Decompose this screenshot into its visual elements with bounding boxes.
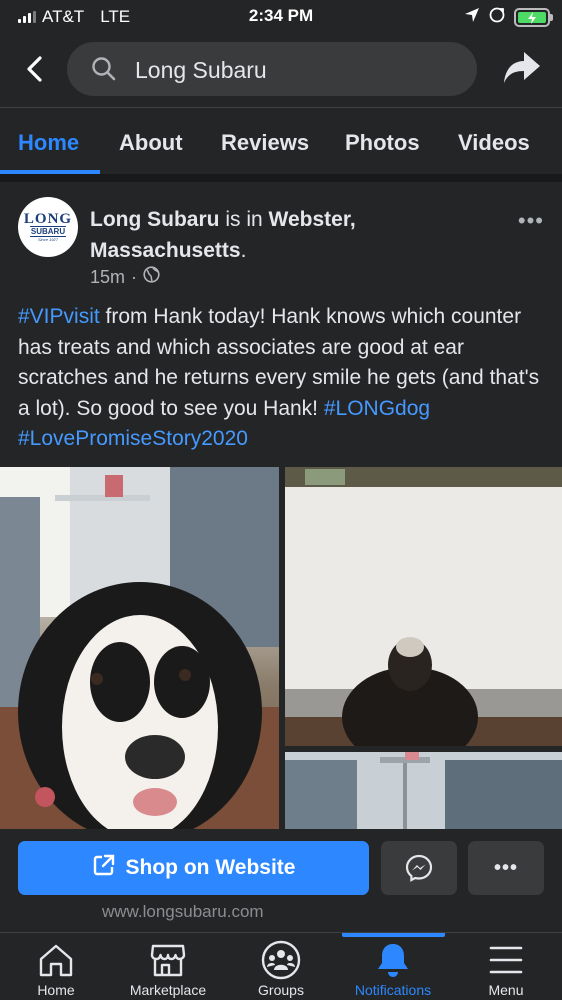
hashtag-longdog[interactable]: #LONGdog — [324, 397, 430, 420]
nav-label-marketplace: Marketplace — [129, 982, 207, 998]
shop-button-label: Shop on Website — [125, 856, 296, 879]
post-meta: 15m · — [90, 266, 160, 288]
share-button[interactable] — [502, 50, 542, 86]
hamburger-menu-icon — [488, 941, 524, 979]
post-photo-dog-from-behind[interactable] — [285, 467, 562, 746]
globe-icon — [143, 266, 160, 288]
nav-groups[interactable]: Groups — [225, 933, 337, 1000]
tab-reviews[interactable]: Reviews — [221, 130, 309, 156]
tab-home[interactable]: Home — [18, 130, 79, 156]
post-location-suffix: . — [240, 239, 247, 262]
post-body: #VIPvisit from Hank today! Hank knows wh… — [18, 302, 548, 455]
nav-label-menu: Menu — [488, 982, 524, 998]
post-author-link[interactable]: Long Subaru — [90, 208, 220, 231]
nav-marketplace[interactable]: Marketplace — [112, 933, 224, 1000]
page-tabs: Home About Reviews Photos Videos — [0, 108, 562, 174]
section-separator — [0, 174, 562, 182]
tab-photos[interactable]: Photos — [345, 130, 420, 156]
rotation-lock-icon — [488, 6, 506, 29]
search-query: Long Subaru — [135, 57, 267, 83]
home-icon — [37, 941, 75, 979]
messenger-button[interactable] — [381, 841, 457, 895]
nav-menu[interactable]: Menu — [450, 933, 562, 1000]
location-arrow-icon — [464, 7, 480, 28]
shop-on-website-button[interactable]: Shop on Website — [18, 841, 369, 895]
nav-label-notifications: Notifications — [354, 982, 432, 998]
tab-videos[interactable]: Videos — [458, 130, 530, 156]
messenger-icon — [405, 854, 433, 882]
post-photo-showroom[interactable] — [285, 752, 562, 829]
nav-label-home: Home — [37, 982, 75, 998]
post-is-in-text: is in — [219, 208, 269, 231]
more-options-button[interactable]: ••• — [468, 841, 544, 895]
bottom-navigation: Home Marketplace Groups Notifications Me… — [0, 932, 562, 1000]
back-button[interactable] — [20, 54, 50, 84]
search-input[interactable]: Long Subaru — [67, 42, 477, 96]
hashtag-lovepromisestory[interactable]: #LovePromiseStory2020 — [18, 427, 248, 450]
external-link-icon — [92, 853, 116, 883]
marketplace-icon — [149, 941, 187, 979]
post-options-button[interactable]: ••• — [518, 208, 544, 234]
avatar-logo-line2: SUBARU — [29, 225, 67, 237]
page-avatar[interactable]: LONG SUBARU Since 1927 — [18, 197, 78, 257]
search-icon — [91, 56, 117, 87]
battery-icon — [514, 8, 553, 27]
chevron-left-icon — [27, 56, 42, 82]
nav-notifications[interactable]: Notifications — [337, 933, 449, 1000]
groups-icon — [261, 940, 301, 980]
nav-label-groups: Groups — [258, 982, 304, 998]
post-photo-dog-closeup[interactable] — [0, 467, 279, 829]
share-arrow-icon — [504, 52, 540, 83]
post-header-text: Long Subaru is in Webster, Massachusetts… — [90, 204, 490, 266]
nav-home[interactable]: Home — [0, 933, 112, 1000]
status-bar: AT&T LTE 2:34 PM — [0, 0, 562, 32]
tab-about[interactable]: About — [119, 130, 183, 156]
bell-icon — [375, 941, 411, 979]
meta-separator: · — [131, 266, 138, 287]
post-timestamp[interactable]: 15m — [90, 267, 125, 288]
avatar-logo-line1: LONG — [23, 210, 73, 227]
search-header: Long Subaru — [0, 40, 562, 100]
avatar-logo-line3: Since 1927 — [37, 236, 58, 242]
website-url[interactable]: www.longsubaru.com — [102, 902, 264, 922]
hashtag-vipvisit[interactable]: #VIPvisit — [18, 305, 100, 328]
